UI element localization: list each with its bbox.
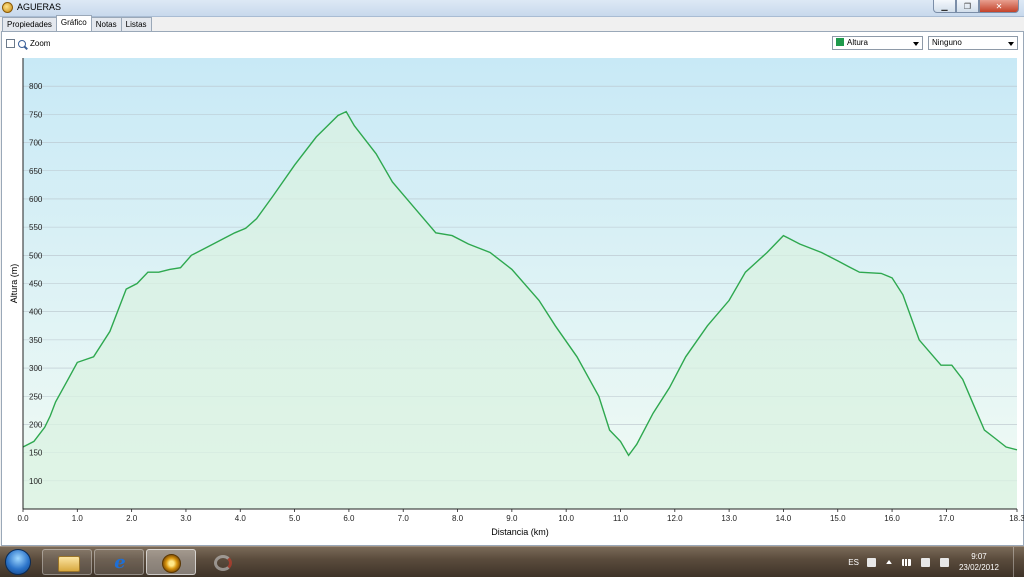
app2-icon xyxy=(214,555,232,571)
y-tick-label: 500 xyxy=(29,251,43,260)
x-tick-label: 17.0 xyxy=(939,514,955,523)
ie-task-button[interactable]: e xyxy=(94,549,144,575)
elevation-chart: 100 150 200 250 300 350 400 450 500 550 600 650 700 7… xyxy=(9,58,1024,537)
x-tick-label: 8.0 xyxy=(452,514,464,523)
y-tick-label: 650 xyxy=(29,167,43,176)
y-axis-label: Altura (m) xyxy=(9,264,19,304)
y-tick-label: 750 xyxy=(29,110,43,119)
x-tick-label: 10.0 xyxy=(558,514,574,523)
x-tick-label: 18.3 xyxy=(1009,514,1024,523)
y-tick-label: 600 xyxy=(29,195,43,204)
x-tick-label: 5.0 xyxy=(289,514,301,523)
app-task-button[interactable] xyxy=(146,549,196,575)
x-tick-label: 14.0 xyxy=(776,514,792,523)
show-hidden-icons-icon[interactable] xyxy=(885,560,892,564)
x-tick-label: 11.0 xyxy=(613,514,629,523)
x-tick-label: 15.0 xyxy=(830,514,846,523)
y-tick-label: 100 xyxy=(29,477,43,486)
y-tick-label: 400 xyxy=(29,308,43,317)
start-button[interactable] xyxy=(5,549,31,575)
x-tick-label: 3.0 xyxy=(180,514,192,523)
x-tick-label: 4.0 xyxy=(235,514,247,523)
internet-explorer-icon: e xyxy=(114,552,126,573)
keyboard-icon[interactable] xyxy=(866,557,876,567)
app2-task-button[interactable] xyxy=(198,549,248,575)
taskbar: e ES 9:07 23/02/2012 xyxy=(0,546,1024,577)
y-tick-label: 150 xyxy=(29,449,43,458)
show-desktop-button[interactable] xyxy=(1013,547,1024,577)
volume-icon[interactable] xyxy=(939,557,949,567)
tab-grafico[interactable]: Gráfico xyxy=(55,15,92,31)
y-tick-label: 350 xyxy=(29,336,43,345)
y-tick-label: 200 xyxy=(29,420,43,429)
x-tick-label: 1.0 xyxy=(72,514,84,523)
clock[interactable]: 9:07 23/02/2012 xyxy=(959,551,999,573)
folder-icon xyxy=(58,556,80,572)
power-icon[interactable] xyxy=(920,557,930,567)
y-tick-label: 300 xyxy=(29,364,43,373)
x-axis-label: Distancia (km) xyxy=(491,527,549,537)
x-tick-label: 0.0 xyxy=(17,514,29,523)
x-tick-label: 13.0 xyxy=(721,514,737,523)
x-tick-label: 2.0 xyxy=(126,514,138,523)
x-tick-label: 7.0 xyxy=(398,514,410,523)
system-tray: ES 9:07 23/02/2012 xyxy=(848,547,1024,577)
x-tick-label: 16.0 xyxy=(884,514,900,523)
compass-app-icon xyxy=(162,554,181,573)
x-tick-label: 9.0 xyxy=(506,514,518,523)
language-indicator[interactable]: ES xyxy=(848,558,859,567)
explorer-task-button[interactable] xyxy=(42,549,92,575)
y-tick-label: 550 xyxy=(29,223,43,232)
y-tick-label: 250 xyxy=(29,392,43,401)
x-tick-label: 12.0 xyxy=(667,514,683,523)
x-tick-label: 6.0 xyxy=(343,514,355,523)
y-tick-label: 800 xyxy=(29,82,43,91)
y-tick-label: 450 xyxy=(29,280,43,289)
network-icon[interactable] xyxy=(901,558,911,566)
y-tick-label: 700 xyxy=(29,139,43,148)
